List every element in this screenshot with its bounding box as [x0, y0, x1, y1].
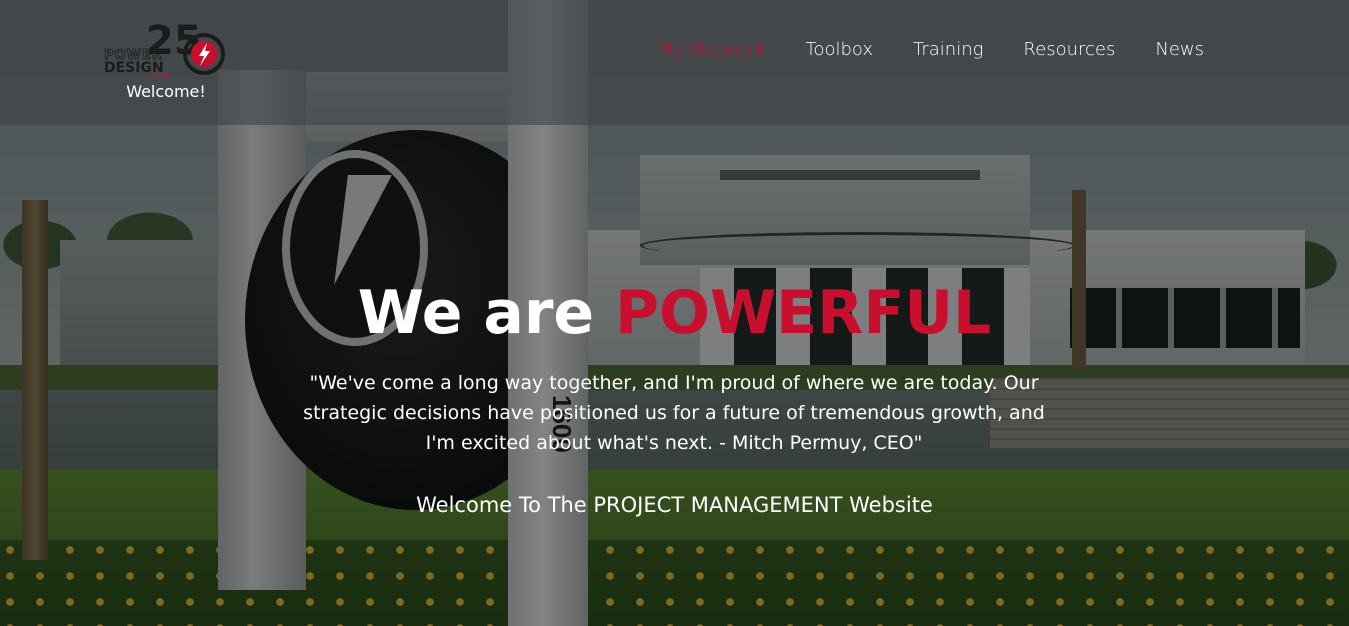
nav-resources[interactable]: Resources: [1003, 38, 1135, 62]
main-navigation: My Network Toolbox Training Resources Ne…: [638, 38, 1224, 62]
hero-title: We are POWERFUL: [0, 278, 1349, 348]
logo-text-tag: 25 YEARS: [148, 74, 172, 80]
ceo-quote: "We've come a long way together, and I'm…: [303, 372, 1045, 454]
site-welcome-heading: Welcome To The PROJECT MANAGEMENT Websit…: [416, 493, 933, 517]
nav-my-network[interactable]: My Network: [638, 38, 785, 62]
site-header: 25 POWER DESIGN 25 YEARS Welcome! My Net…: [0, 0, 1349, 125]
logo-graphic: 25 POWER DESIGN 25 YEARS: [104, 18, 225, 80]
welcome-text: Welcome!: [126, 82, 206, 101]
hero-title-prefix: We are: [357, 278, 615, 348]
nav-training[interactable]: Training: [893, 38, 1003, 62]
company-logo[interactable]: 25 POWER DESIGN 25 YEARS: [104, 16, 228, 82]
nav-toolbox[interactable]: Toolbox: [786, 38, 894, 62]
nav-news[interactable]: News: [1135, 38, 1224, 62]
hero-title-accent: POWERFUL: [615, 278, 992, 348]
